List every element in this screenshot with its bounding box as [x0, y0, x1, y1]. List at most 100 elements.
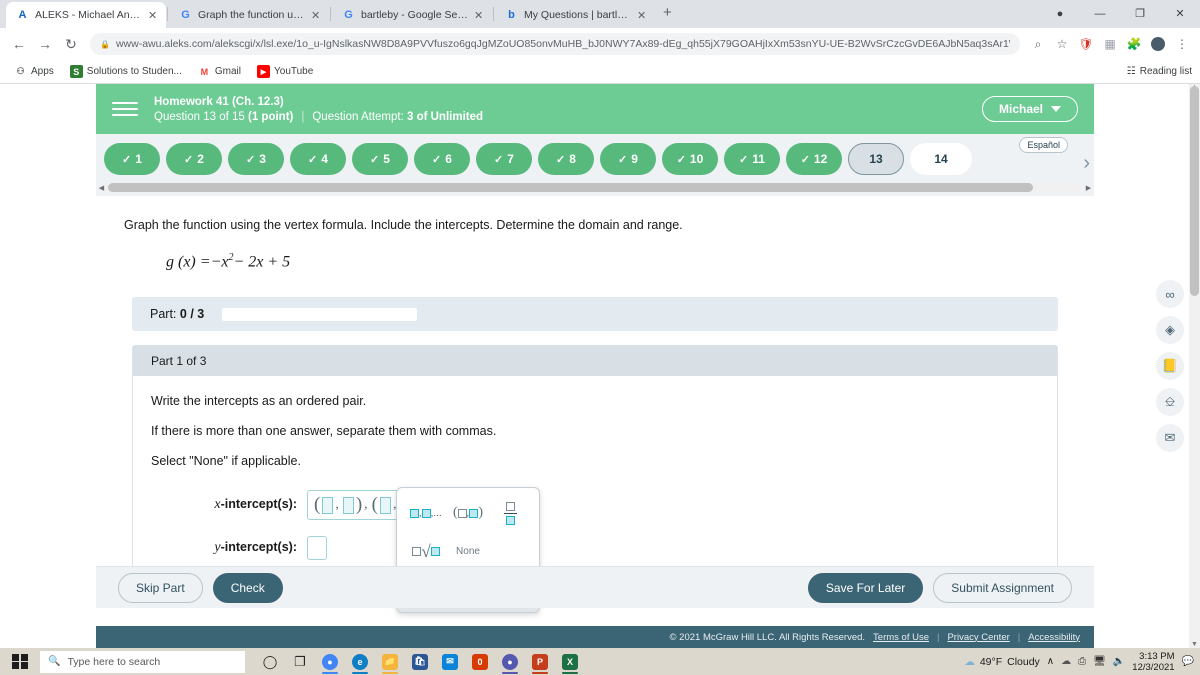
reading-list-button[interactable]: ☷ Reading list: [1127, 66, 1192, 77]
onedrive-error-icon[interactable]: ☁: [1061, 656, 1071, 667]
user-menu-button[interactable]: Michael: [981, 96, 1078, 122]
taskbar-clock[interactable]: 3:13 PM 12/3/2021: [1132, 651, 1174, 673]
back-button[interactable]: ←: [6, 31, 32, 57]
bookmark-gmail[interactable]: M Gmail: [192, 63, 247, 80]
browser-tab-1[interactable]: G Graph the function using the ver ✕: [169, 2, 329, 28]
y-intercept-input[interactable]: [307, 536, 327, 561]
question-pill-4[interactable]: ✓ 4: [290, 143, 346, 175]
terms-of-use-link[interactable]: Terms of Use: [873, 632, 929, 643]
privacy-center-link[interactable]: Privacy Center: [947, 632, 1009, 643]
nav-scroll-thumb[interactable]: [108, 183, 1033, 192]
shield-extension-icon[interactable]: 🛡: [1074, 32, 1098, 56]
bookmark-star-icon[interactable]: ☆: [1050, 32, 1074, 56]
page-scrollbar[interactable]: ▲ ▼: [1189, 84, 1200, 648]
close-tab-2-icon[interactable]: ✕: [474, 9, 484, 22]
taskbar-search-input[interactable]: 🔍 Type here to search: [40, 650, 245, 673]
question-pill-14[interactable]: 14: [910, 143, 972, 175]
x-slot-1b[interactable]: [342, 496, 354, 514]
teams-icon[interactable]: ●: [495, 648, 525, 675]
infinity-tool-icon[interactable]: ∞: [1156, 280, 1184, 308]
page-scroll-thumb[interactable]: [1190, 86, 1199, 296]
store-icon[interactable]: 🛍: [405, 648, 435, 675]
reload-button[interactable]: ↻: [58, 31, 84, 57]
zoom-icon[interactable]: ⌕: [1026, 32, 1050, 56]
scroll-down-arrow-icon[interactable]: ▼: [1189, 641, 1200, 648]
browser-tab-3[interactable]: b My Questions | bartleby ✕: [495, 2, 655, 28]
chrome-icon[interactable]: ●: [315, 648, 345, 675]
close-window-button[interactable]: ✕: [1160, 0, 1200, 28]
scroll-left-arrow-icon[interactable]: ◀: [96, 184, 107, 192]
notes-hint-tool-icon[interactable]: 📒: [1156, 352, 1184, 380]
question-pill-5[interactable]: ✓ 5: [352, 143, 408, 175]
question-pill-3[interactable]: ✓ 3: [228, 143, 284, 175]
cortana-icon[interactable]: ◯: [255, 648, 285, 675]
save-for-later-button[interactable]: Save For Later: [807, 572, 924, 603]
network-icon[interactable]: 🖥: [1093, 656, 1106, 667]
bookmark-apps[interactable]: ⚇ Apps: [8, 63, 60, 80]
palette-fraction-button[interactable]: [503, 500, 517, 526]
question-pill-1[interactable]: ✓ 1: [104, 143, 160, 175]
notification-icon[interactable]: 💬: [1182, 656, 1194, 667]
extension-icon[interactable]: ▦: [1098, 32, 1122, 56]
compass-tool-icon[interactable]: ◈: [1156, 316, 1184, 344]
new-tab-button[interactable]: +: [655, 4, 680, 24]
kebab-menu-icon[interactable]: ⋮: [1170, 32, 1194, 56]
task-view-icon[interactable]: ❐: [285, 648, 315, 675]
skip-part-button[interactable]: Skip Part: [118, 572, 203, 603]
attempt-label: Question Attempt:: [312, 110, 404, 123]
question-pill-11[interactable]: ✓ 11: [724, 143, 780, 175]
question-pill-12[interactable]: ✓ 12: [786, 143, 842, 175]
question-pill-10[interactable]: ✓ 10: [662, 143, 718, 175]
forward-button[interactable]: →: [32, 31, 58, 57]
excel-icon[interactable]: X: [555, 648, 585, 675]
question-pill-8[interactable]: ✓ 8: [538, 143, 594, 175]
pill-label: 7: [507, 152, 514, 166]
check-button[interactable]: Check: [212, 572, 283, 603]
x-slot-1a[interactable]: [322, 496, 334, 514]
accessibility-link[interactable]: Accessibility: [1028, 632, 1080, 643]
calculator-tool-icon[interactable]: ⎒: [1156, 388, 1184, 416]
question-pill-9[interactable]: ✓ 9: [600, 143, 656, 175]
part-heading: Part 1 of 3: [133, 346, 1057, 377]
question-pill-7[interactable]: ✓ 7: [476, 143, 532, 175]
palette-ordered-pair-button[interactable]: (,): [453, 500, 483, 526]
volume-icon[interactable]: 🔈: [1113, 656, 1125, 667]
espanol-toggle[interactable]: Español: [1019, 137, 1068, 153]
question-pill-2[interactable]: ✓ 2: [166, 143, 222, 175]
message-tool-icon[interactable]: ✉: [1156, 424, 1184, 452]
tray-expand-chevron-icon[interactable]: ∧: [1047, 656, 1054, 667]
address-bar[interactable]: 🔒 www-awu.aleks.com/alekscgi/x/lsl.exe/1…: [90, 33, 1020, 55]
edge-icon[interactable]: e: [345, 648, 375, 675]
office-icon[interactable]: 0: [465, 648, 495, 675]
scroll-right-arrow-icon[interactable]: ▶: [1083, 184, 1094, 192]
browser-tab-0[interactable]: A ALEKS - Michael Anzuini - Home ✕: [6, 2, 166, 28]
x-slot-2a[interactable]: [379, 496, 391, 514]
submit-assignment-button[interactable]: Submit Assignment: [933, 572, 1072, 603]
printer-icon[interactable]: ⎙: [1078, 656, 1086, 667]
question-pill-13[interactable]: 13: [848, 143, 904, 175]
close-tab-0-icon[interactable]: ✕: [148, 9, 158, 22]
nav-horizontal-scrollbar[interactable]: ◀ ▶: [96, 182, 1094, 193]
next-question-arrow-icon[interactable]: ›: [1083, 152, 1090, 175]
maximize-window-button[interactable]: ❐: [1120, 0, 1160, 28]
browser-tab-2[interactable]: G bartleby - Google Search ✕: [332, 2, 492, 28]
profile-avatar[interactable]: [1146, 32, 1170, 56]
start-button[interactable]: [0, 653, 40, 670]
puzzle-icon[interactable]: 🧩: [1122, 32, 1146, 56]
hamburger-icon[interactable]: [112, 96, 138, 122]
question-pill-6[interactable]: ✓ 6: [414, 143, 470, 175]
weather-widget[interactable]: ☁ 49°F Cloudy: [964, 656, 1039, 668]
close-tab-3-icon[interactable]: ✕: [637, 9, 647, 22]
bookmark-solutions[interactable]: S Solutions to Studen...: [64, 63, 188, 80]
palette-radical-button[interactable]: √: [412, 538, 440, 564]
browser-tab-3-title: My Questions | bartleby: [524, 9, 631, 21]
nav-scroll-track[interactable]: [107, 182, 1083, 193]
mail-icon[interactable]: ✉: [435, 648, 465, 675]
file-explorer-icon[interactable]: 📁: [375, 648, 405, 675]
powerpoint-icon[interactable]: P: [525, 648, 555, 675]
palette-list-template-button[interactable]: ,,...: [410, 500, 442, 526]
palette-none-button[interactable]: None: [456, 538, 480, 564]
close-tab-1-icon[interactable]: ✕: [311, 9, 321, 22]
minimize-window-button[interactable]: —: [1080, 0, 1120, 28]
bookmark-youtube[interactable]: ▶ YouTube: [251, 63, 319, 80]
